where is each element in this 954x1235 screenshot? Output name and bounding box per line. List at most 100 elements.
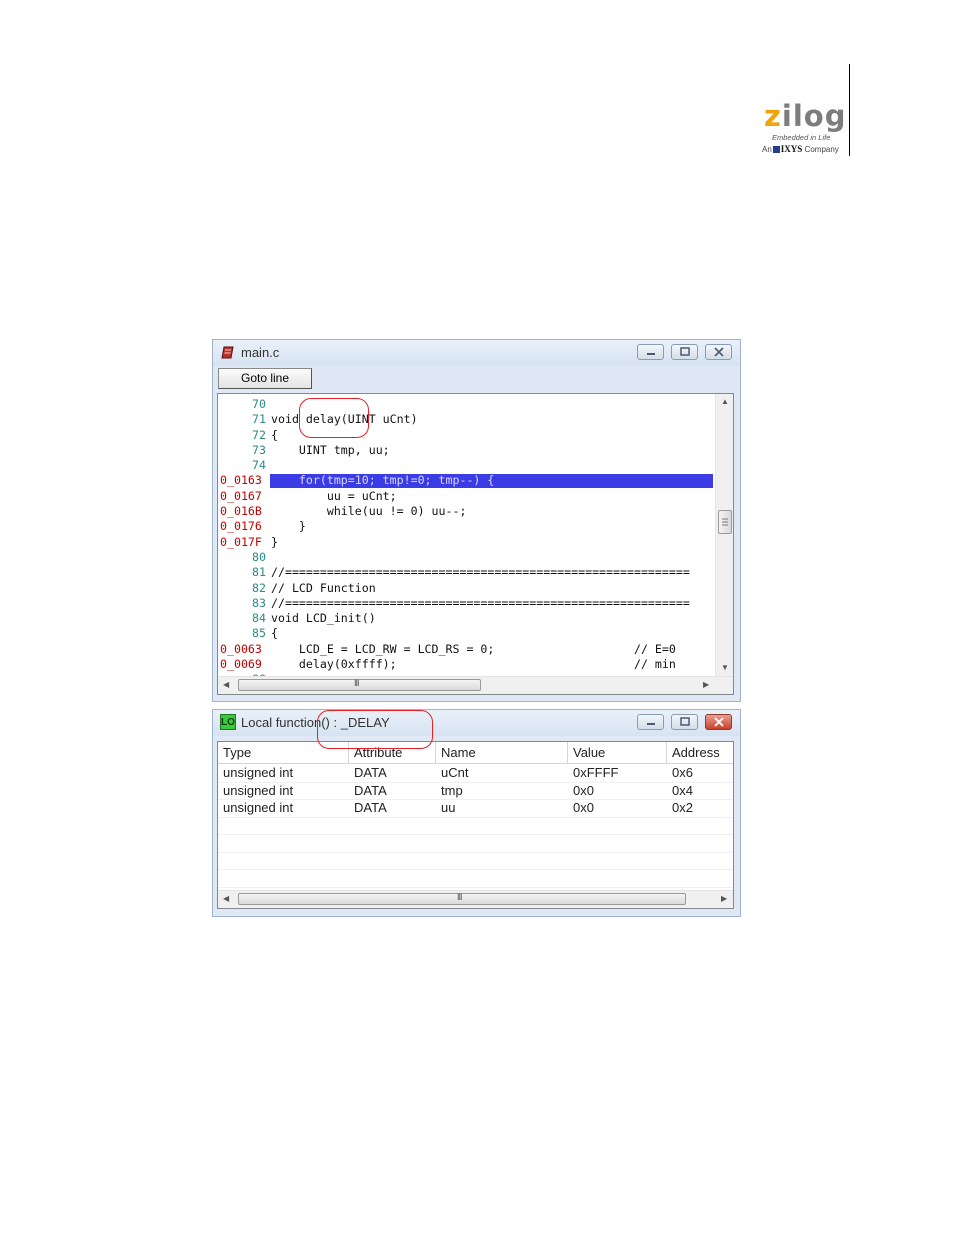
cell-address: 0x2	[672, 800, 693, 815]
locals-window: LO Local function() : _DELAY Type Attrib…	[212, 709, 741, 917]
code-text: }	[271, 534, 278, 549]
vertical-scrollbar[interactable]: ▲ ▼	[715, 394, 733, 676]
cell-attribute: DATA	[354, 765, 387, 780]
cell-attribute: DATA	[354, 782, 387, 798]
table-header: Type Attribute Name Value Address	[218, 742, 733, 764]
line-number: 84	[252, 611, 266, 626]
horizontal-scrollbar[interactable]: ◀ III ▶	[218, 890, 733, 908]
minimize-icon	[647, 723, 655, 725]
restore-button[interactable]	[671, 344, 698, 360]
code-line[interactable]: 72 {	[218, 428, 713, 443]
code-line[interactable]: 74	[218, 458, 713, 473]
scroll-left-icon[interactable]: ◀	[223, 894, 229, 904]
code-text: // LCD Function	[271, 580, 376, 595]
code-window-titlebar[interactable]: main.c	[213, 340, 740, 366]
code-line[interactable]: 81 //====================================…	[218, 565, 713, 580]
cell-name: tmp	[441, 782, 463, 798]
grip-icon	[722, 518, 728, 526]
code-window-title: main.c	[241, 345, 280, 360]
table-row[interactable]: unsigned int DATA uu 0x0 0x2	[218, 799, 733, 818]
code-line[interactable]: 0_016B while(uu != 0) uu--;	[218, 504, 713, 519]
address-marker: 0_0176	[220, 519, 262, 534]
code-line[interactable]: 85 {	[218, 626, 713, 641]
line-number: 81	[252, 565, 266, 580]
minimize-button[interactable]	[637, 344, 664, 360]
locals-window-titlebar[interactable]: LO Local function() : _DELAY	[213, 710, 740, 736]
table-row	[218, 817, 733, 835]
code-line[interactable]: 71 void delay(UINT uCnt)	[218, 412, 713, 427]
minimize-icon	[647, 353, 655, 355]
source-lines: 70 71 void delay(UINT uCnt) 72 {73 UINT tmp,…	[218, 397, 713, 678]
line-number: 85	[252, 626, 266, 641]
table-row[interactable]: unsigned int DATA uCnt 0xFFFF 0x6	[218, 764, 733, 783]
cell-value: 0x0	[573, 800, 594, 815]
source-file-icon	[221, 346, 234, 359]
column-header-name[interactable]: Name	[436, 742, 568, 763]
logo-wordmark: zilog	[764, 99, 847, 133]
cell-value: 0xFFFF	[573, 765, 619, 780]
horizontal-scroll-thumb[interactable]: III	[238, 892, 686, 905]
code-line[interactable]: 0_0167 uu = uCnt;	[218, 489, 713, 504]
scroll-right-icon[interactable]: ▶	[703, 680, 709, 690]
delay-annotation-circle	[299, 398, 369, 438]
address-marker: 0_0163	[220, 473, 262, 488]
cell-name: uu	[441, 800, 456, 815]
horizontal-scroll-thumb[interactable]: III	[238, 678, 481, 691]
code-line[interactable]: 0_0176 }	[218, 519, 713, 534]
cell-address: 0x4	[672, 782, 693, 798]
cell-type: unsigned int	[223, 800, 294, 815]
address-marker: 0_016B	[220, 504, 262, 519]
line-number: 72	[252, 427, 266, 442]
table-row	[218, 852, 733, 870]
table-row	[218, 834, 733, 853]
code-text: {	[271, 427, 278, 442]
code-text: UINT tmp, uu;	[271, 442, 390, 457]
code-line[interactable]: 73 UINT tmp, uu;	[218, 443, 713, 458]
line-number: 80	[252, 549, 266, 564]
code-line[interactable]: 70	[218, 397, 713, 412]
restore-icon	[680, 347, 690, 356]
code-line[interactable]: 0_017F}	[218, 535, 713, 550]
scroll-grip: III	[457, 892, 462, 902]
line-number: 83	[252, 595, 266, 610]
code-text: LCD_E = LCD_RW = LCD_RS = 0; // E=0	[271, 641, 676, 656]
code-text: void LCD_init()	[271, 611, 376, 626]
code-line[interactable]: 82 // LCD Function	[218, 581, 713, 596]
code-line[interactable]: 0_0063 LCD_E = LCD_RW = LCD_RS = 0; // E…	[218, 642, 713, 657]
restore-icon	[680, 717, 690, 726]
source-editor[interactable]: 70 71 void delay(UINT uCnt) 72 {73 UINT tmp,…	[217, 393, 734, 695]
scroll-left-icon[interactable]: ◀	[223, 680, 229, 690]
line-number: 74	[252, 458, 266, 473]
goto-line-button[interactable]: Goto line	[218, 368, 312, 389]
address-marker: 0_0063	[220, 641, 262, 656]
cell-attribute: DATA	[354, 800, 387, 815]
code-text: }	[271, 519, 306, 534]
restore-button[interactable]	[671, 714, 698, 730]
code-line[interactable]: 83 //====================================…	[218, 596, 713, 611]
close-button[interactable]	[705, 714, 732, 730]
code-window: main.c Goto line 70 71 void delay(UINT uCn…	[212, 339, 741, 702]
scroll-right-icon[interactable]: ▶	[721, 894, 727, 904]
address-marker: 0_0069	[220, 657, 262, 672]
code-line[interactable]: 84 void LCD_init()	[218, 611, 713, 626]
scroll-up-icon[interactable]: ▲	[721, 397, 729, 407]
scroll-grip: III	[354, 678, 359, 688]
locals-icon: LO	[220, 714, 236, 730]
cell-type: unsigned int	[223, 782, 294, 798]
minimize-button[interactable]	[637, 714, 664, 730]
current-line-highlight[interactable]: 0_0163 for(tmp=10; tmp!=0; tmp--) {	[218, 473, 713, 489]
scroll-down-icon[interactable]: ▼	[721, 663, 729, 673]
column-header-value[interactable]: Value	[568, 742, 667, 763]
code-line[interactable]: 80	[218, 550, 713, 565]
line-number: 82	[252, 580, 266, 595]
locals-table: Type Attribute Name Value Address unsign…	[217, 741, 734, 909]
horizontal-scrollbar[interactable]: ◀ III ▶	[218, 676, 733, 694]
vertical-scroll-thumb[interactable]	[718, 510, 732, 534]
header-divider	[849, 64, 850, 156]
column-header-address[interactable]: Address	[667, 742, 733, 763]
zilog-logo: zilog Embedded in Life An IXYS Company	[758, 100, 848, 158]
code-line[interactable]: 0_0069 delay(0xffff); // min	[218, 657, 713, 672]
table-row[interactable]: unsigned int DATA tmp 0x0 0x4	[218, 782, 733, 800]
logo-tagline: Embedded in Life	[772, 133, 831, 142]
close-button[interactable]	[705, 344, 732, 360]
